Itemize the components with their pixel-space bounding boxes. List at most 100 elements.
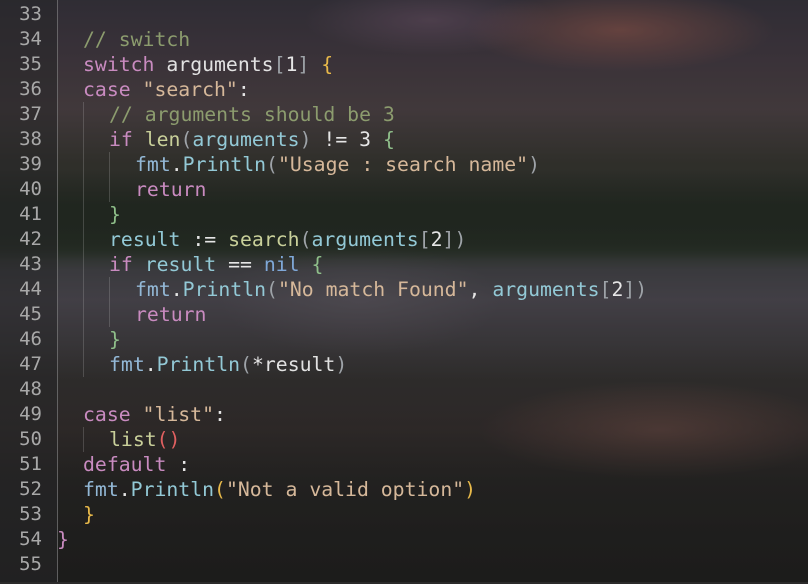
- code-token: .: [170, 153, 183, 176]
- indent-guide: [83, 152, 84, 177]
- code-token: 2: [430, 228, 443, 251]
- code-line[interactable]: 41}: [0, 202, 808, 227]
- line-number: 33: [19, 3, 42, 25]
- code-editor[interactable]: 33 34// switch 35 switch arguments[1] {36 ca…: [0, 0, 808, 584]
- code-token: list: [109, 428, 157, 451]
- indent-guide: [83, 427, 84, 452]
- code-line[interactable]: 42 result := search(arguments[2]): [0, 227, 808, 252]
- line-number: 43: [19, 253, 42, 275]
- code-token: ]: [623, 278, 636, 301]
- code-line[interactable]: 38 if len(arguments) != 3 {: [0, 127, 808, 152]
- code-line[interactable]: 53}: [0, 502, 808, 527]
- line-number: 50: [19, 428, 42, 450]
- line-number: 45: [19, 303, 42, 325]
- code-token: // arguments should be 3: [109, 103, 395, 126]
- code-text: fmt.Println("Not a valid option"): [83, 477, 476, 502]
- indent-guide: [109, 277, 110, 302]
- code-text: return: [135, 177, 206, 202]
- code-text: // switch: [83, 27, 190, 52]
- code-token: }: [109, 328, 121, 351]
- code-token: fmt: [109, 353, 145, 376]
- code-line[interactable]: 33: [0, 2, 808, 27]
- code-token: if: [109, 128, 145, 151]
- indent-guide: [109, 152, 110, 177]
- code-token: result: [109, 228, 181, 251]
- code-token: [: [418, 228, 431, 251]
- indent-guide: [83, 227, 84, 252]
- line-number: 49: [19, 403, 42, 425]
- code-token: // switch: [83, 28, 191, 51]
- code-token: :=: [180, 228, 229, 251]
- code-text: return: [135, 302, 206, 327]
- code-line[interactable]: 48: [0, 377, 808, 402]
- code-token: ]: [442, 228, 455, 251]
- code-token: "Not a valid option": [225, 478, 465, 501]
- code-token: Println: [130, 478, 215, 501]
- code-token: fmt: [135, 153, 171, 176]
- code-token: (: [266, 153, 278, 176]
- code-token: result: [263, 353, 336, 376]
- code-line[interactable]: 46}: [0, 327, 808, 352]
- code-token: ]: [297, 53, 310, 76]
- line-number: 37: [19, 103, 42, 125]
- code-token: :: [214, 403, 226, 426]
- code-token: "list": [142, 403, 215, 426]
- code-line[interactable]: 50 list(): [0, 427, 808, 452]
- line-number: 53: [19, 503, 42, 525]
- line-number: 40: [19, 178, 42, 200]
- code-line[interactable]: 40 return: [0, 177, 808, 202]
- code-token: Println: [156, 353, 241, 376]
- code-text: }: [83, 502, 95, 527]
- line-number: 46: [19, 328, 42, 350]
- code-token: search: [228, 228, 300, 251]
- code-token: len: [144, 128, 181, 151]
- code-token: ): [464, 478, 477, 501]
- indent-guide: [83, 102, 84, 127]
- indent-guide: [83, 327, 84, 352]
- code-line[interactable]: 52 fmt.Println("Not a valid option"): [0, 477, 808, 502]
- indent-guide: [109, 177, 110, 202]
- line-number: 36: [19, 78, 42, 100]
- code-token: fmt: [135, 278, 171, 301]
- line-number: 47: [19, 353, 42, 375]
- code-line[interactable]: 47 fmt.Println(*result): [0, 352, 808, 377]
- code-line[interactable]: 39 fmt.Println("Usage : search name"): [0, 152, 808, 177]
- code-token: fmt: [83, 478, 119, 501]
- code-token: (: [266, 278, 278, 301]
- code-line[interactable]: 43 if result == nil {: [0, 252, 808, 277]
- indent-guide: [83, 252, 84, 277]
- code-text: // arguments should be 3: [109, 102, 395, 127]
- code-line[interactable]: 49 case "list":: [0, 402, 808, 427]
- code-token: {: [311, 253, 324, 276]
- indent-guide: [83, 302, 84, 327]
- code-line[interactable]: 55: [0, 552, 808, 577]
- code-token: case: [83, 78, 143, 101]
- code-token: .: [118, 478, 131, 501]
- code-line[interactable]: 34 // switch: [0, 27, 808, 52]
- line-number: 52: [19, 478, 42, 500]
- code-line[interactable]: 45 return: [0, 302, 808, 327]
- code-line[interactable]: 36 case "search":: [0, 77, 808, 102]
- line-number: 35: [19, 53, 42, 75]
- code-text: result := search(arguments[2]): [109, 227, 466, 252]
- code-token: (: [214, 478, 226, 501]
- code-token: arguments: [492, 278, 600, 301]
- code-token: 1: [285, 53, 298, 76]
- code-line[interactable]: 37 // arguments should be 3: [0, 102, 808, 127]
- line-number: 44: [19, 278, 42, 300]
- code-text: fmt.Println("Usage : search name"): [135, 152, 540, 177]
- line-number: 51: [19, 453, 42, 475]
- line-number: 38: [19, 128, 42, 150]
- code-line[interactable]: 54}: [0, 527, 808, 552]
- code-line[interactable]: 35 switch arguments[1] {: [0, 52, 808, 77]
- code-text: }: [109, 327, 121, 352]
- code-line[interactable]: 44 fmt.Println("No match Found", argument…: [0, 277, 808, 302]
- line-number: 54: [19, 528, 42, 550]
- code-token: (: [180, 128, 193, 151]
- code-token: "Usage : search name": [277, 153, 529, 176]
- code-text: list(): [109, 427, 180, 452]
- line-number: 39: [19, 153, 42, 175]
- code-line[interactable]: 51 default :: [0, 452, 808, 477]
